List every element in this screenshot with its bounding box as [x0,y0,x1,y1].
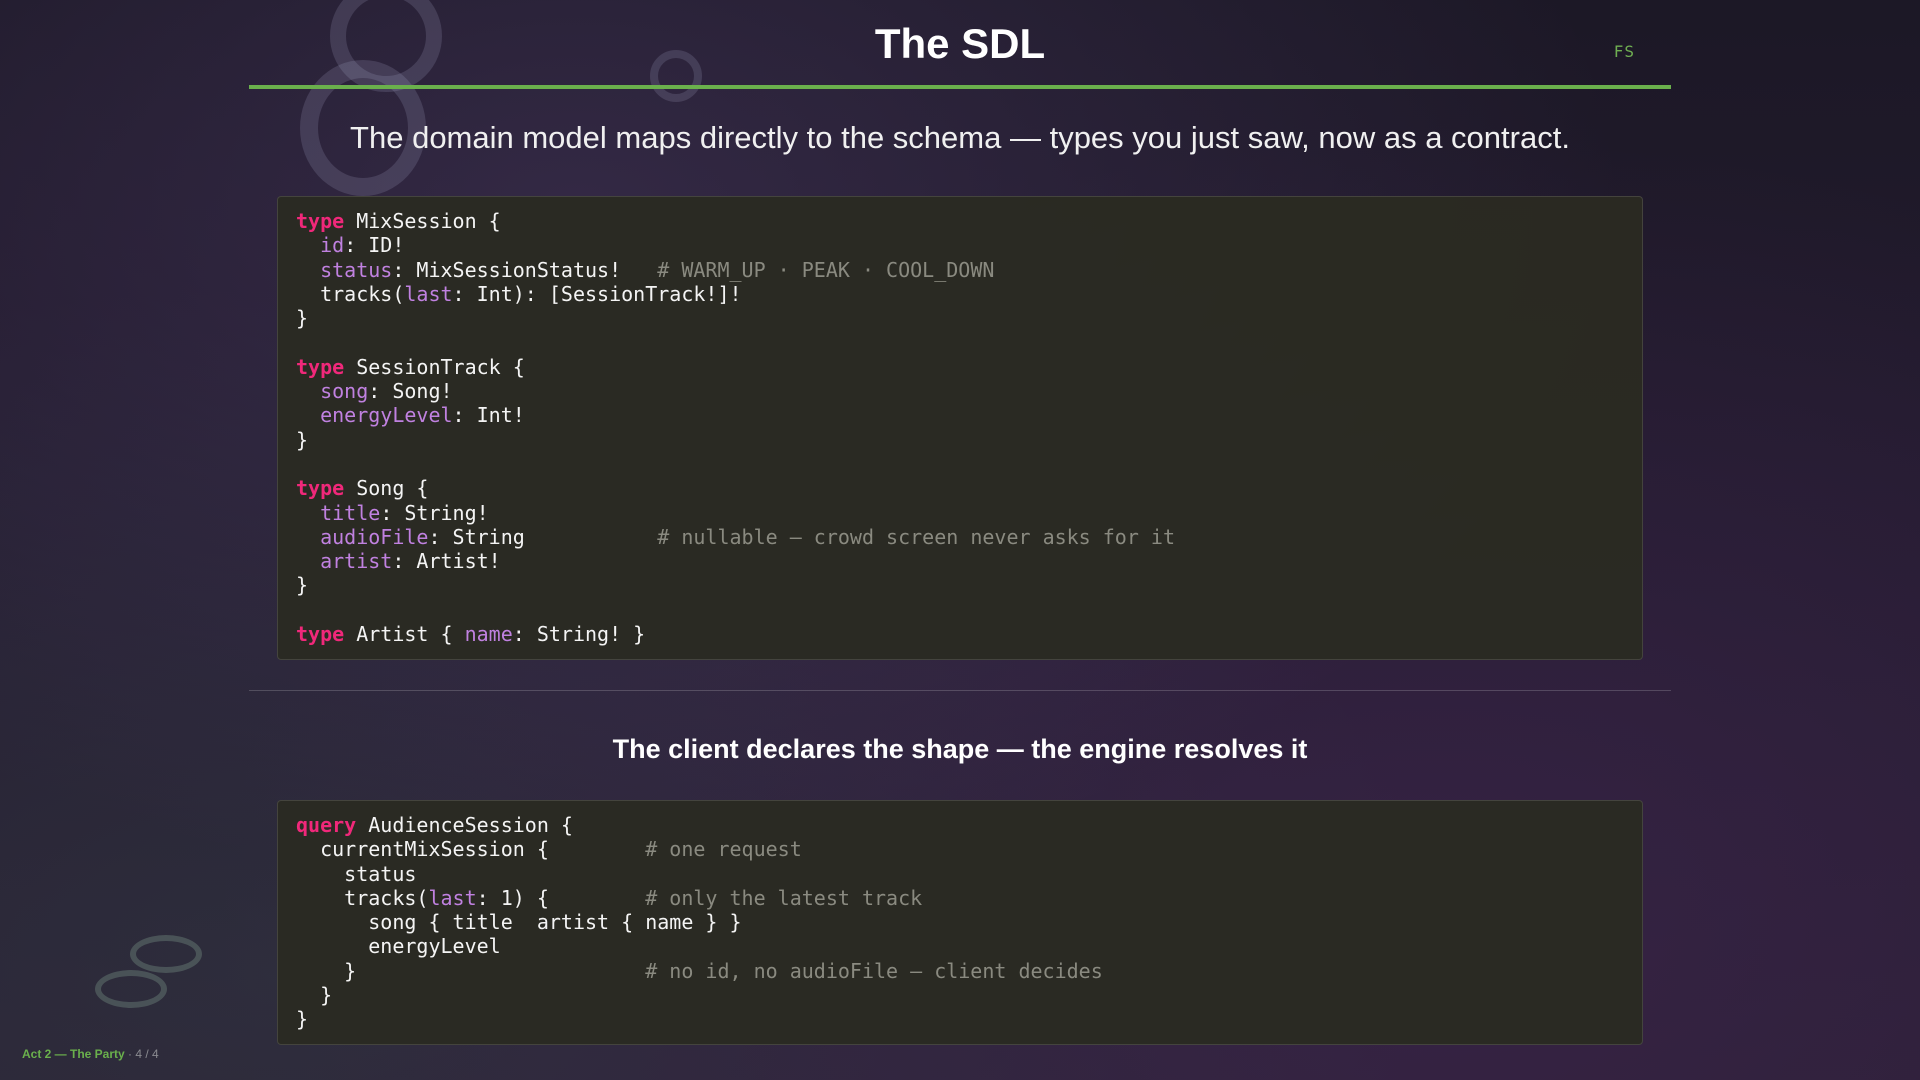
code-comment: # WARM_UP · PEAK · COOL_DOWN [657,257,995,282]
code-text: SessionTrack { [344,354,525,379]
code-field: status [320,257,393,282]
code-field: title [320,500,381,525]
code-text: } [296,958,646,983]
code-text: : MixSessionStatus! [392,257,658,282]
footer-progress: · 4 / 4 [128,1047,159,1061]
code-text: : Artist! [392,549,501,574]
slide-subtitle: The domain model maps directly to the sc… [350,120,1570,155]
code-field: artist [320,549,393,574]
sdl-code: type MixSession { id: ID! status: MixSes… [296,209,1624,646]
code-text: } [296,306,309,331]
slide-footer: Act 2 — The Party · 4 / 4 [22,1047,159,1061]
query-code-block: query AudienceSession { currentMixSessio… [277,800,1643,1045]
code-text: } [296,1007,309,1032]
section-divider [249,690,1671,691]
sdl-code-block: type MixSession { id: ID! status: MixSes… [277,196,1643,660]
corner-tag: FS [1613,42,1635,61]
code-field: energyLevel [320,403,453,428]
code-comment: # nullable — crowd screen never asks for… [657,524,1176,549]
code-keyword: type [296,209,345,233]
code-comment: # no id, no audioFile — client decides [645,958,1103,983]
code-text: tracks( [296,885,429,910]
code-field: last [428,885,477,910]
code-text: : ID! [344,233,405,258]
code-keyword: query [296,813,357,837]
footer-act-label: Act 2 — The Party [22,1047,125,1061]
code-text: : Int): [SessionTrack!]! [452,281,742,306]
code-field: id [320,233,345,258]
code-text: : Song! [368,379,453,404]
code-text: energyLevel [296,934,501,959]
title-underline [249,85,1671,89]
code-text: : String [428,524,658,549]
code-text: song { title artist { name } } [296,910,742,935]
code-field: song [320,379,369,404]
code-text: } [296,983,333,1008]
code-comment: # only the latest track [645,885,923,910]
code-field: last [404,281,453,306]
code-keyword: type [296,354,345,379]
code-text: currentMixSession { [296,837,646,862]
code-text: Artist { [344,622,465,647]
code-text: MixSession { [344,209,501,233]
code-text: : Int! [452,403,525,428]
code-text: } [296,573,309,598]
code-text: : String! [380,500,489,525]
code-text: status [296,861,417,886]
code-text: AudienceSession { [356,813,573,837]
query-code: query AudienceSession { currentMixSessio… [296,813,1624,1032]
code-text: } [296,427,309,452]
code-field: name [464,622,513,647]
code-text: tracks( [296,281,405,306]
code-text: : String! } [512,622,646,647]
code-comment: # one request [645,837,802,862]
code-text: : 1) { [476,885,646,910]
code-keyword: type [296,622,345,647]
code-keyword: type [296,476,345,501]
code-text: Song { [344,476,429,501]
code-field: audioFile [320,524,429,549]
section-heading: The client declares the shape — the engi… [612,734,1308,764]
